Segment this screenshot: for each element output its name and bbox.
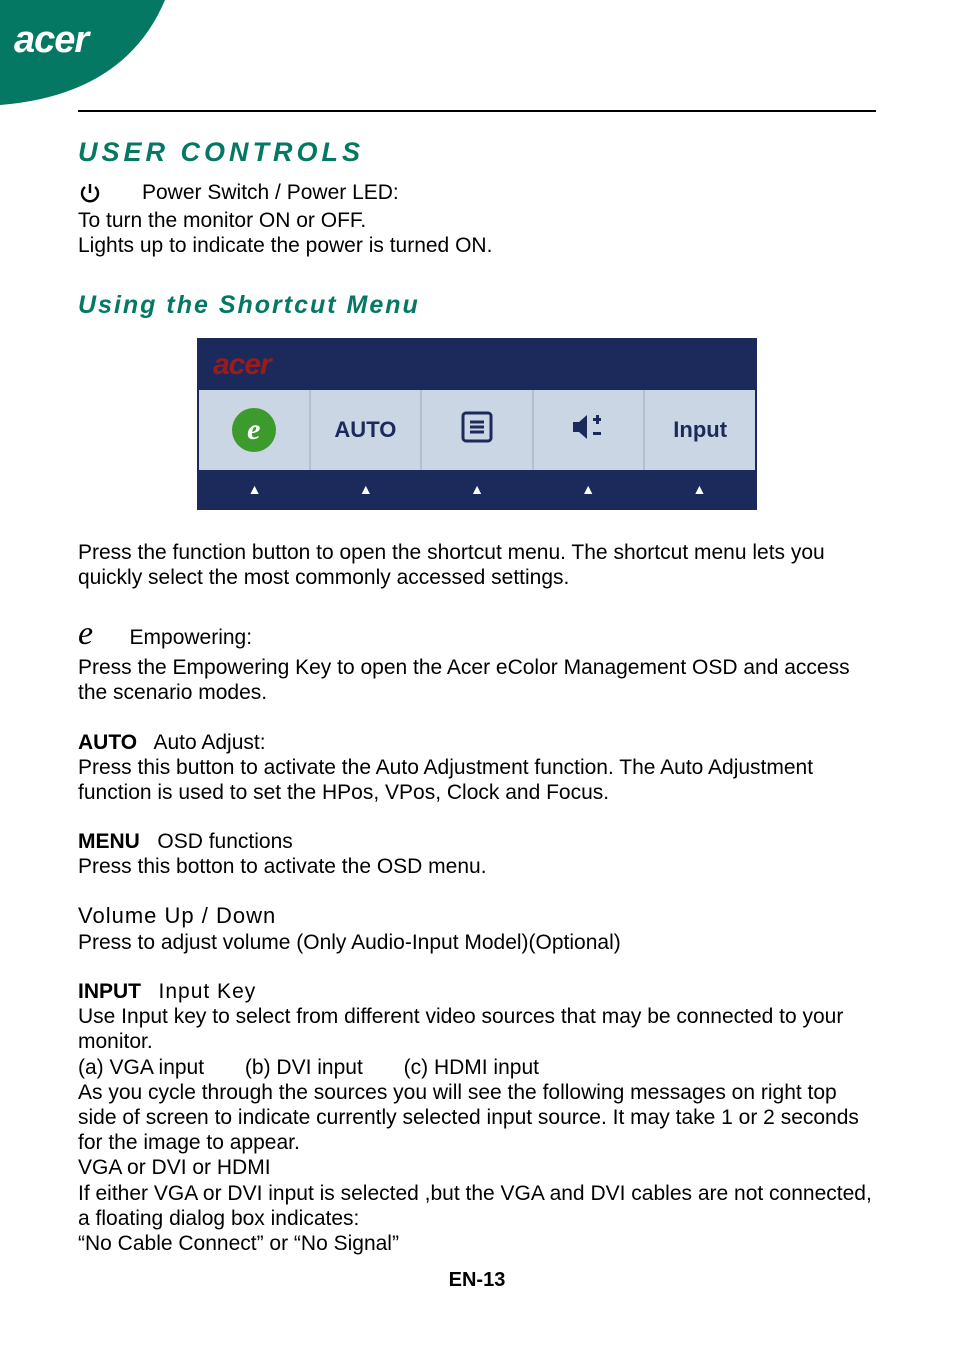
input-block: INPUT Input Key Use Input key to select … <box>78 979 876 1256</box>
menu-icon <box>460 410 494 450</box>
page-content: USER CONTROLS Power Switch / Power LED: … <box>78 110 876 1292</box>
input-l4: VGA or DVI or HDMI <box>78 1155 876 1180</box>
shortcut-paragraph: Press the function button to open the sh… <box>78 540 876 590</box>
menu-tag: MENU <box>78 830 140 853</box>
osd-volume-button[interactable] <box>532 390 644 470</box>
empowering-inline-icon: e <box>78 614 112 655</box>
input-l6: “No Cable Connect” or “No Signal” <box>78 1231 876 1256</box>
volume-block: Volume Up / Down Press to adjust volume … <box>78 903 876 955</box>
menu-body: Press this botton to activate the OSD me… <box>78 854 876 879</box>
arrow-up-icon: ▲ <box>644 470 755 508</box>
arrow-up-icon: ▲ <box>310 470 421 508</box>
power-row: Power Switch / Power LED: <box>78 180 876 205</box>
input-l1: Use Input key to select from different v… <box>78 1004 876 1054</box>
empowering-block: e Empowering: Press the Empowering Key t… <box>78 614 876 705</box>
auto-body: Press this button to activate the Auto A… <box>78 755 876 805</box>
osd-panel: acer e AUTO <box>197 338 757 510</box>
arrow-up-icon: ▲ <box>533 470 644 508</box>
power-line2: Lights up to indicate the power is turne… <box>78 233 876 258</box>
menu-block: MENU OSD functions Press this botton to … <box>78 829 876 879</box>
osd-brand: acer <box>213 347 271 383</box>
shortcut-heading: Using the Shortcut Menu <box>78 290 876 320</box>
brand-corner: acer <box>0 0 170 105</box>
input-l5: If either VGA or DVI input is selected ,… <box>78 1181 876 1231</box>
input-tag: INPUT <box>78 980 141 1003</box>
volume-heading: Volume Up / Down <box>78 903 876 929</box>
osd-button-row: e AUTO <box>199 390 755 470</box>
empowering-label: Empowering: <box>130 626 253 649</box>
power-line1: To turn the monitor ON or OFF. <box>78 208 876 233</box>
osd-input-button[interactable]: Input <box>643 390 755 470</box>
arrow-up-icon: ▲ <box>199 470 310 508</box>
osd-arrow-row: ▲ ▲ ▲ ▲ ▲ <box>199 470 755 508</box>
auto-tag: AUTO <box>78 731 137 754</box>
osd-auto-button[interactable]: AUTO <box>309 390 421 470</box>
empowering-row: e Empowering: <box>78 614 876 655</box>
power-label: Power Switch / Power LED: <box>142 180 399 205</box>
osd-header: acer <box>199 340 755 390</box>
empowering-body: Press the Empowering Key to open the Ace… <box>78 655 876 705</box>
auto-block: AUTO Auto Adjust: Press this button to a… <box>78 730 876 806</box>
power-icon <box>78 181 102 205</box>
volume-body: Press to adjust volume (Only Audio-Input… <box>78 930 876 955</box>
input-l3: As you cycle through the sources you wil… <box>78 1080 876 1156</box>
input-label: Input Key <box>159 980 257 1003</box>
page-number: EN-13 <box>78 1268 876 1292</box>
input-l2: (a) VGA input (b) DVI input (c) HDMI inp… <box>78 1055 876 1080</box>
menu-label: OSD functions <box>157 830 292 853</box>
osd-empowering-button[interactable]: e <box>199 390 309 470</box>
volume-icon <box>569 410 609 450</box>
osd-menu-button[interactable] <box>420 390 532 470</box>
empowering-icon: e <box>232 408 276 452</box>
auto-label: Auto Adjust: <box>153 731 265 754</box>
brand-logo: acer <box>14 18 88 64</box>
osd-figure: acer e AUTO <box>78 338 876 510</box>
user-controls-heading: USER CONTROLS <box>78 136 876 168</box>
arrow-up-icon: ▲ <box>421 470 532 508</box>
